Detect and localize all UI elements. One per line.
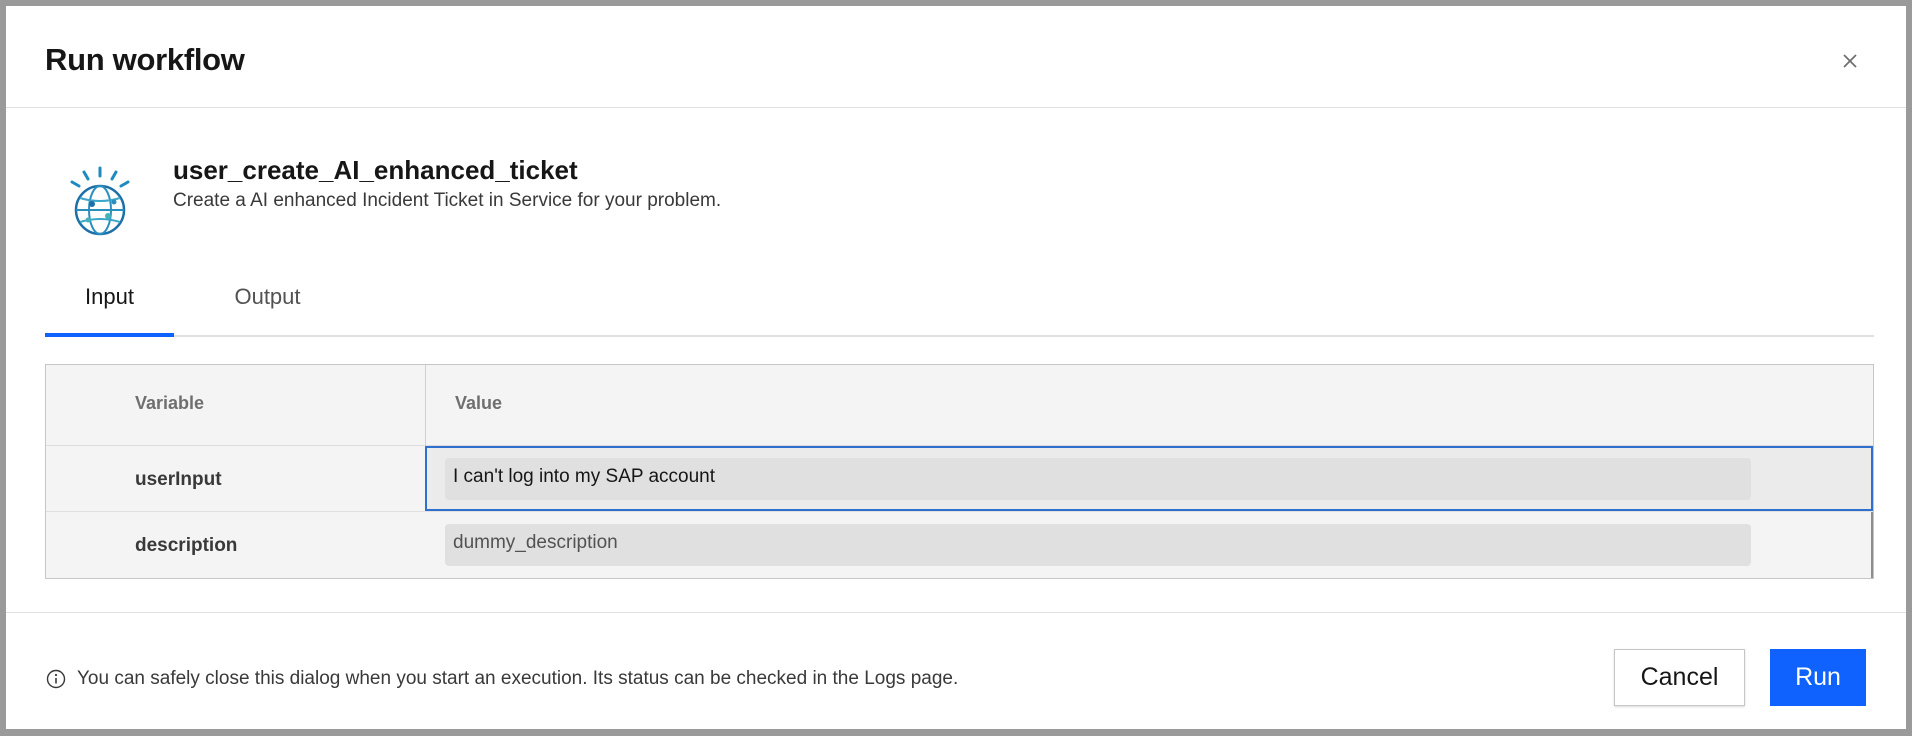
scrollbar[interactable] [1871, 512, 1873, 578]
ibm-watson-globe-icon [62, 164, 138, 240]
user-input-field[interactable]: I can't log into my SAP account [445, 458, 1751, 500]
variable-name: userInput [135, 469, 222, 490]
variable-name: description [135, 535, 238, 556]
column-divider [425, 365, 426, 446]
table-row: description dummy_description [46, 512, 1873, 578]
description-field[interactable]: dummy_description [445, 524, 1751, 566]
info-message: You can safely close this dialog when yo… [77, 668, 959, 689]
dialog-title: Run workflow [45, 42, 245, 77]
info-icon [46, 669, 66, 689]
close-icon[interactable] [1836, 47, 1864, 75]
workflow-name: user_create_AI_enhanced_ticket [173, 155, 578, 185]
tab-output[interactable]: Output [210, 271, 325, 337]
tab-list: Input Output [45, 271, 1874, 337]
table-row: userInput I can't log into my SAP accoun… [46, 446, 1873, 512]
input-variables-table: Variable Value userInput I can't log int… [45, 364, 1874, 579]
column-header-value: Value [455, 393, 503, 413]
run-workflow-dialog: Run workflow user_create_AI_enhanced_tic… [6, 6, 1906, 729]
dialog-footer: You can safely close this dialog when yo… [6, 612, 1906, 729]
cancel-button[interactable]: Cancel [1614, 649, 1745, 706]
run-button[interactable]: Run [1770, 649, 1866, 706]
workflow-description: Create a AI enhanced Incident Ticket in … [173, 190, 722, 211]
tab-input[interactable]: Input [45, 271, 174, 337]
dialog-header: Run workflow [6, 6, 1906, 108]
table-header: Variable Value [46, 365, 1873, 446]
column-header-variable: Variable [135, 393, 205, 413]
